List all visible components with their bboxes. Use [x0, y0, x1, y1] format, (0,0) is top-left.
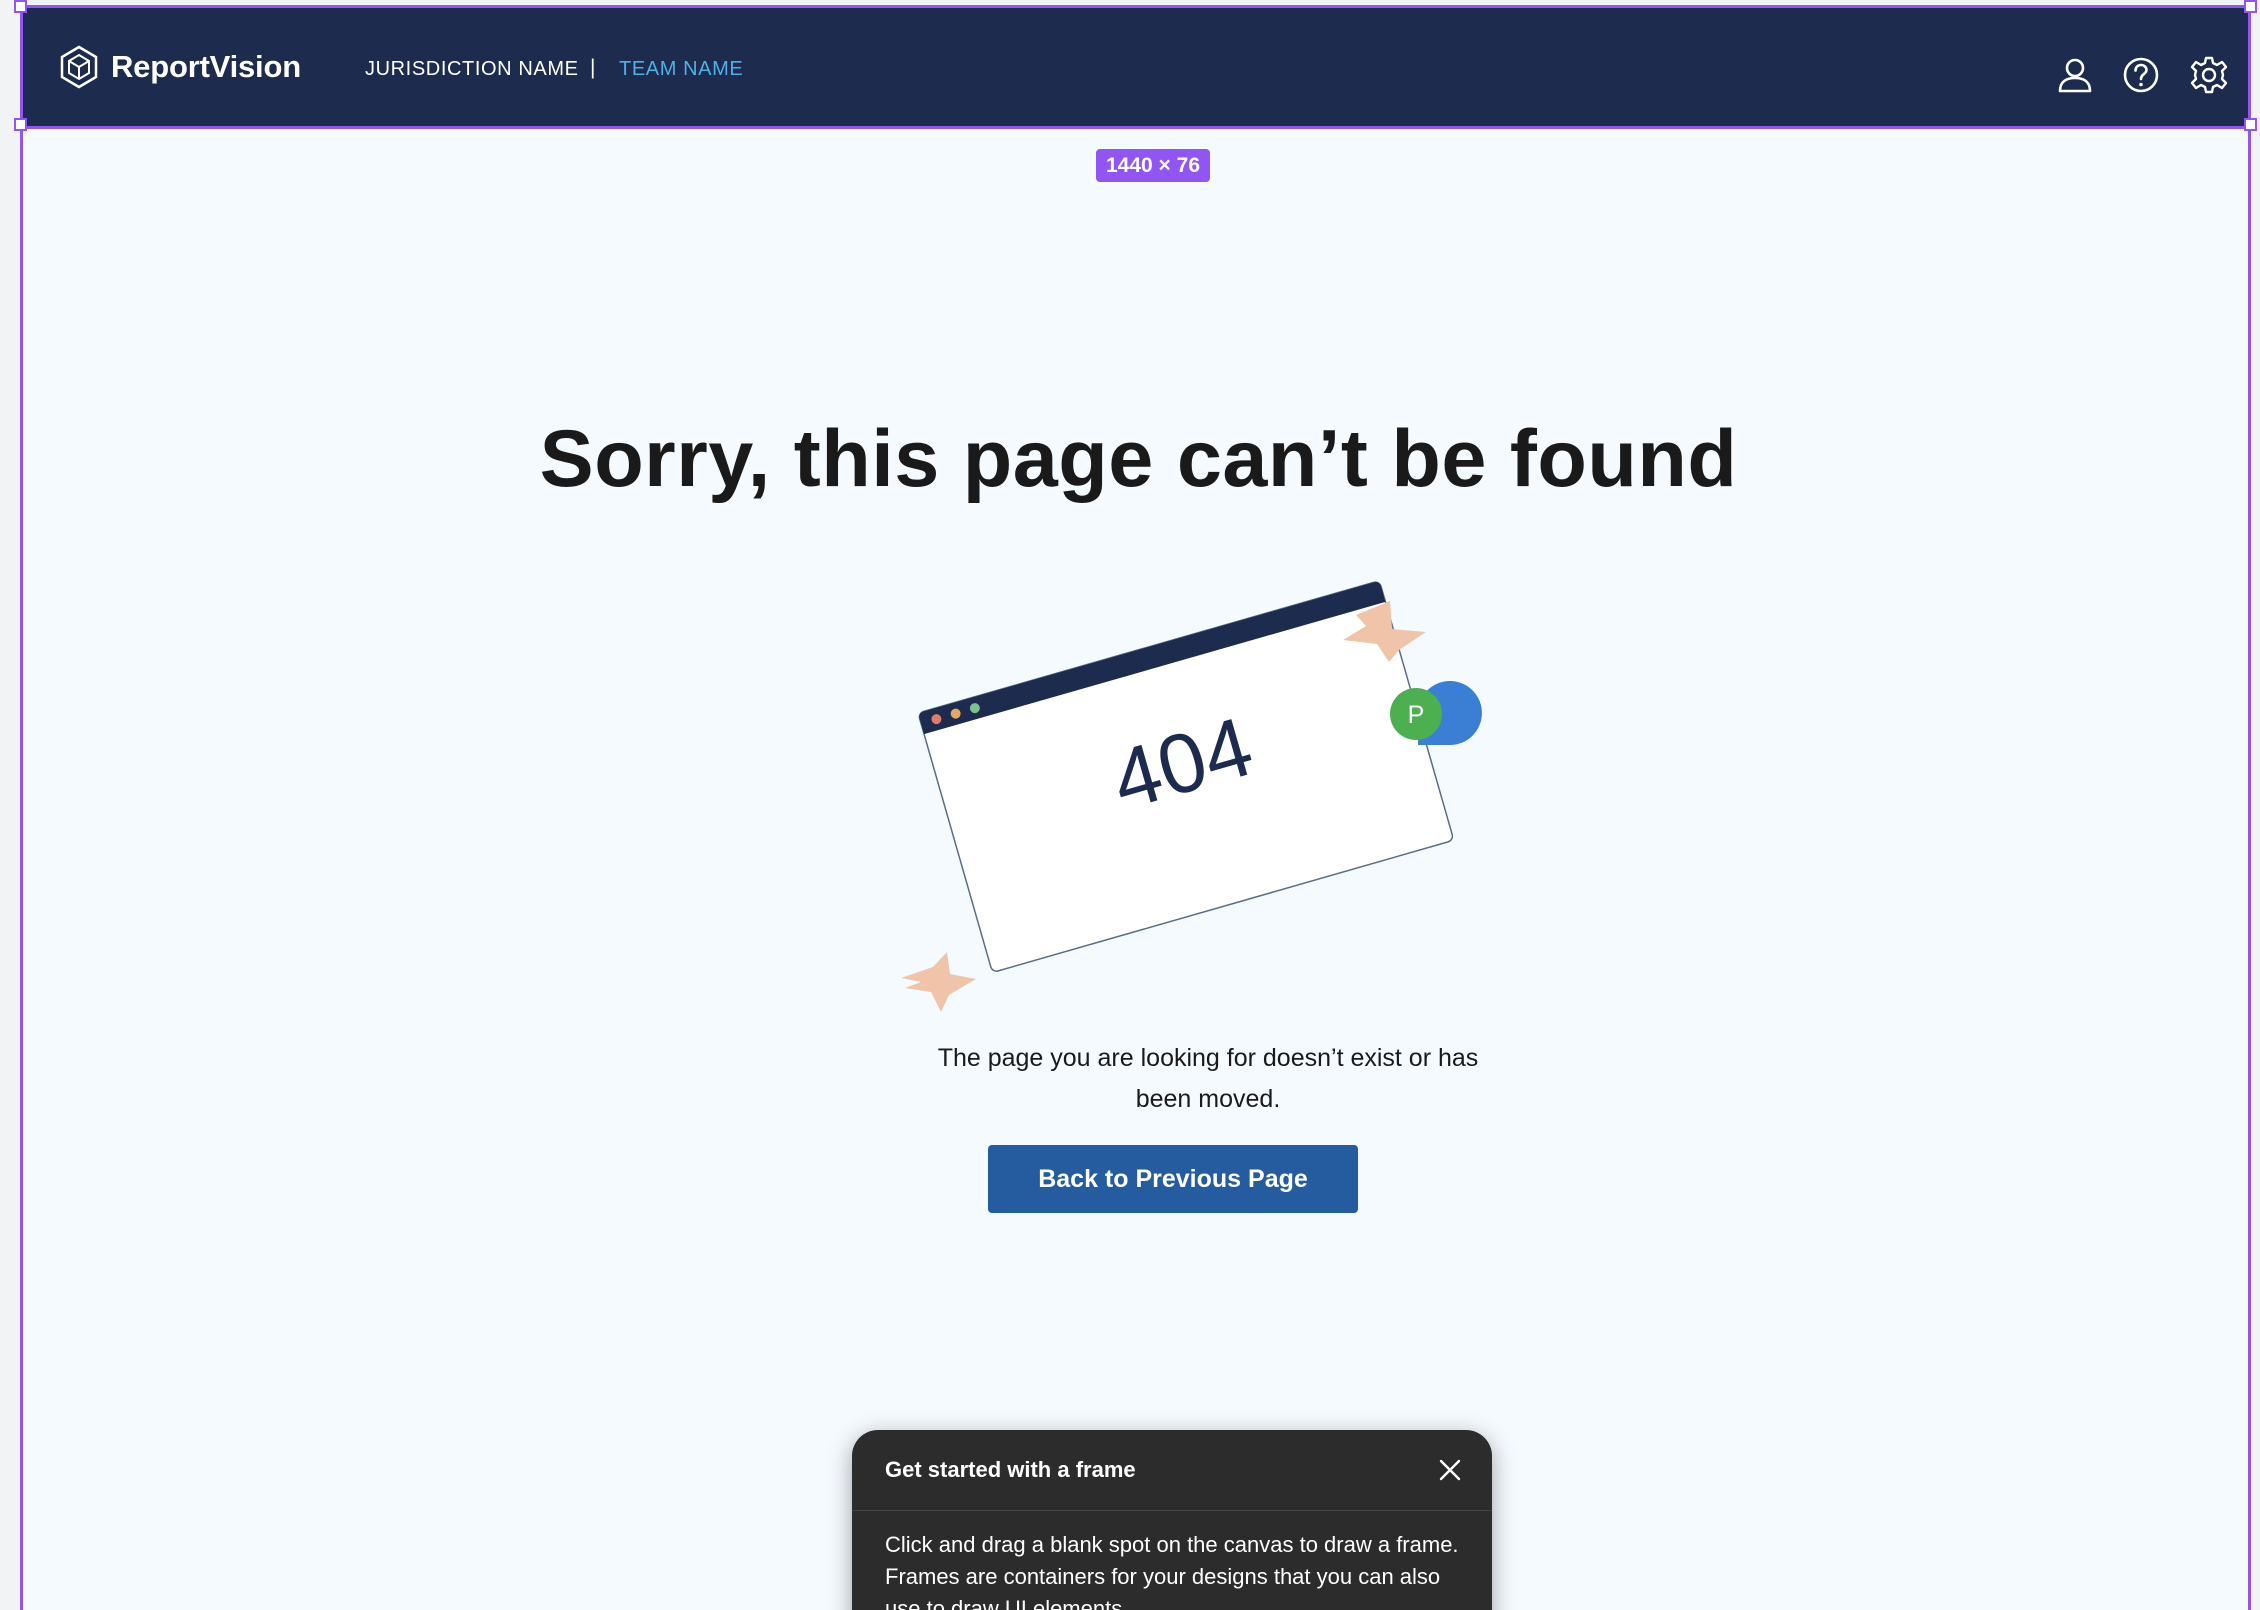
- frame-size-badge: 1440 × 76: [1096, 149, 1211, 182]
- popover-title: Get started with a frame: [885, 1457, 1136, 1482]
- error-description: The page you are looking for doesn’t exi…: [937, 1044, 1479, 1113]
- user-icon[interactable]: [2055, 55, 2095, 95]
- logo-icon: [60, 45, 98, 89]
- tape-bottom-left: [901, 952, 976, 1012]
- settings-icon[interactable]: [2189, 55, 2229, 95]
- selection-handle-bottom-right[interactable]: [2244, 118, 2257, 131]
- logo-text: ReportVision: [111, 49, 301, 84]
- logo[interactable]: ReportVision: [59, 45, 301, 89]
- avatar-initial: P: [1408, 701, 1425, 729]
- popover-body: Click and drag a blank spot on the canva…: [885, 1532, 1459, 1610]
- header-separator: |: [590, 56, 596, 79]
- design-frame[interactable]: ReportVision JURISDICTION NAME | TEAM NA…: [20, 5, 2251, 1610]
- app-header: ReportVision JURISDICTION NAME | TEAM NA…: [23, 8, 2248, 129]
- popover-divider: [852, 1510, 1492, 1511]
- back-to-previous-page-button[interactable]: Back to Previous Page: [988, 1145, 1358, 1213]
- get-started-popover: Get started with a frame Click and drag …: [852, 1430, 1492, 1610]
- selection-handle-bottom-left[interactable]: [14, 118, 27, 131]
- close-icon[interactable]: [1438, 1458, 1462, 1482]
- team-name[interactable]: TEAM NAME: [619, 58, 743, 81]
- help-icon[interactable]: [2121, 55, 2161, 95]
- selection-handle-top-left[interactable]: [14, 0, 27, 13]
- jurisdiction-name: JURISDICTION NAME: [365, 58, 579, 80]
- page-title: Sorry, this page can’t be found: [539, 414, 1738, 504]
- selection-handle-top-right[interactable]: [2244, 0, 2257, 13]
- 404-illustration: 404 P: [901, 581, 1482, 1012]
